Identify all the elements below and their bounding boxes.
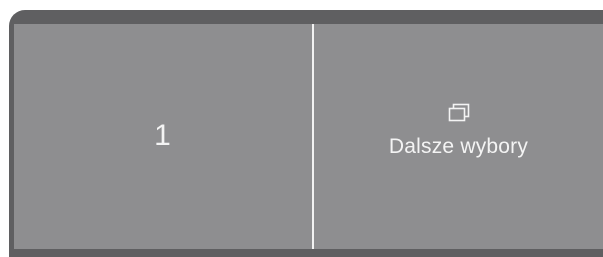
more-options-tile[interactable]: Dalsze wybory — [314, 24, 603, 249]
option-1-value: 1 — [154, 118, 172, 152]
windows-stack-icon — [448, 103, 470, 123]
more-options-label: Dalsze wybory — [388, 134, 529, 158]
selection-panel: 1 Dalsze wybory — [14, 24, 603, 249]
option-1-tile[interactable]: 1 — [14, 24, 312, 249]
